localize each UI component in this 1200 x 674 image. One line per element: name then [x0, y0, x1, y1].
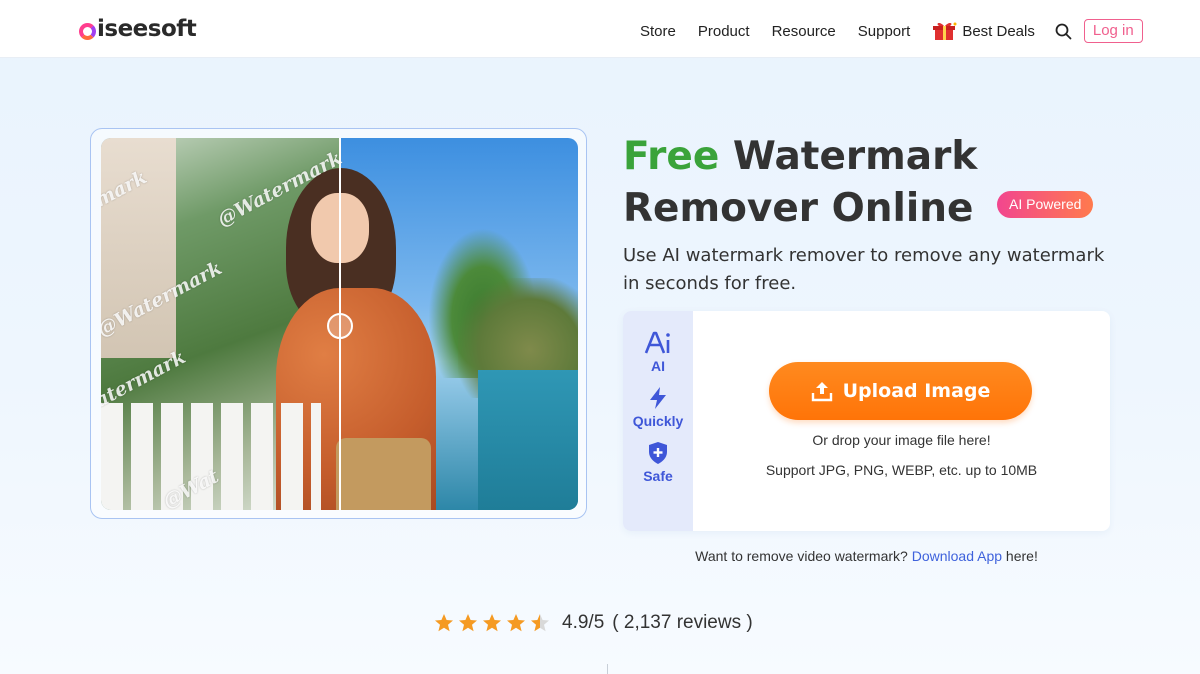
ai-icon — [644, 331, 670, 354]
star-icon — [459, 614, 477, 632]
ai-powered-badge: AI Powered — [997, 191, 1094, 218]
site-header: iseesoft Store Product Resource Support … — [0, 0, 1200, 58]
upload-image-button[interactable]: Upload Image — [769, 362, 1032, 420]
search-icon — [1055, 23, 1072, 39]
best-deals-label: Best Deals — [962, 22, 1035, 40]
rating-reviews: ( 2,137 reviews ) — [612, 612, 753, 633]
title-watermark: Watermark — [732, 134, 978, 179]
upload-icon — [811, 382, 832, 402]
rating-bar: 4.9/5 ( 2,137 reviews ) — [433, 612, 753, 634]
nav-best-deals[interactable]: Best Deals — [932, 21, 1035, 41]
star-icon — [507, 614, 525, 632]
feature-quickly-label: Quickly — [632, 413, 684, 429]
star-icon — [483, 614, 501, 632]
nav-support[interactable]: Support — [858, 23, 911, 40]
rating-score: 4.9/5 — [562, 612, 605, 633]
page-title: Free Watermark Remover Online AI Powered — [623, 131, 1123, 235]
feature-list: AI Quickly Safe — [623, 311, 693, 531]
login-button[interactable]: Log in — [1083, 19, 1143, 43]
bag-shape — [336, 438, 431, 510]
compare-handle[interactable] — [327, 313, 353, 339]
nav-product[interactable]: Product — [698, 23, 750, 40]
download-app-link[interactable]: Download App — [912, 548, 1002, 564]
aiseesoft-logo[interactable]: iseesoft — [79, 14, 197, 44]
star-icon — [531, 614, 549, 632]
feature-safe-label: Safe — [643, 468, 673, 484]
fence-shape — [101, 403, 321, 510]
search-button[interactable] — [1055, 23, 1072, 40]
shield-plus-icon — [648, 442, 667, 464]
upload-card[interactable]: AI Quickly Safe Upload Image Or drop you… — [623, 311, 1110, 531]
star-rating — [433, 613, 553, 633]
divider-tick — [607, 664, 608, 674]
upload-image-label: Upload Image — [842, 380, 991, 402]
title-remover-online: Remover Online — [623, 186, 974, 231]
logo-text: iseesoft — [97, 16, 197, 42]
main-nav: Store Product Resource Support Best Deal… — [640, 19, 1143, 43]
logo-mark-icon — [79, 22, 96, 40]
video-line-suffix: here! — [1005, 548, 1038, 564]
drop-hint: Or drop your image file here! — [812, 432, 991, 448]
title-free: Free — [623, 134, 720, 179]
lightning-icon — [650, 387, 666, 409]
nav-resource[interactable]: Resource — [772, 23, 836, 40]
feature-ai: AI — [644, 331, 672, 374]
sea-shape — [478, 370, 578, 510]
video-line-prefix: Want to remove video watermark? — [695, 548, 908, 564]
feature-quickly: Quickly — [632, 386, 684, 429]
gift-icon — [933, 22, 957, 40]
video-watermark-line: Want to remove video watermark? Download… — [623, 548, 1110, 564]
before-after-frame: mark @Watermark @Watermark atermark @Wat — [90, 128, 587, 519]
format-support-text: Support JPG, PNG, WEBP, etc. up to 10MB — [765, 462, 1038, 478]
title-line-2: Remover Online AI Powered — [623, 183, 1123, 235]
feature-ai-label: AI — [651, 358, 665, 374]
star-icon — [435, 614, 453, 632]
title-line-1: Free Watermark — [623, 131, 1123, 183]
nav-store[interactable]: Store — [640, 23, 676, 40]
page-subtitle: Use AI watermark remover to remove any w… — [623, 245, 1105, 294]
before-after-image: mark @Watermark @Watermark atermark @Wat — [101, 138, 578, 510]
feature-safe: Safe — [643, 441, 673, 484]
